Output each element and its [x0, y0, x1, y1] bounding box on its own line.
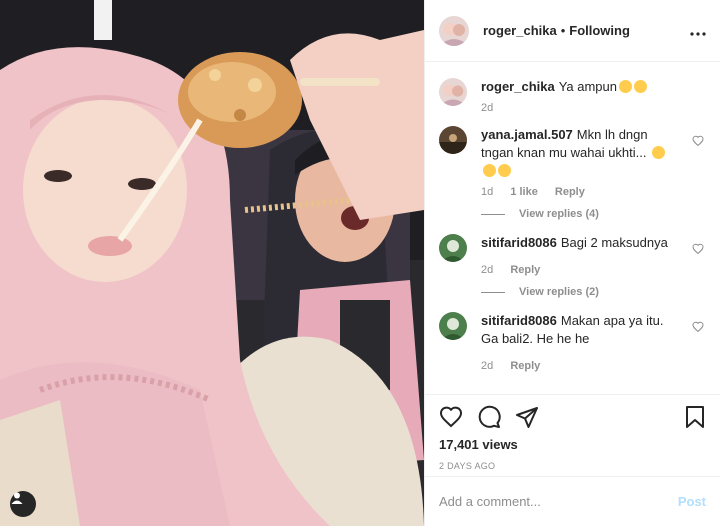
comment-meta: 1d 1 like Reply — [481, 186, 678, 198]
comment-icon — [478, 405, 501, 428]
post-actions: 17,401 views 2 DAYS AGO — [425, 394, 720, 476]
divider — [481, 291, 505, 293]
caption-username[interactable]: roger_chika — [481, 79, 555, 94]
instagram-post: roger_chika • Following roger_chika Ya a… — [0, 0, 720, 526]
action-icons-row — [439, 405, 706, 429]
comment-item: sitifarid8086 Bagi 2 maksudnya 2d Reply V… — [439, 234, 706, 298]
comment-item: sitifarid8086 Makan apa ya itu. Ga bali2.… — [439, 312, 706, 372]
caption-time[interactable]: 2d — [481, 102, 493, 114]
comment-text-line: yana.jamal.507 Mkn lh dngn tngan knan mu … — [481, 126, 678, 180]
view-count[interactable]: 17,401 views — [439, 437, 706, 452]
heart-icon — [692, 243, 704, 255]
like-comment-button[interactable] — [692, 242, 704, 258]
reply-button[interactable]: Reply — [555, 186, 585, 198]
post-date[interactable]: 2 DAYS AGO — [439, 461, 706, 471]
tagged-users-button[interactable] — [10, 491, 36, 517]
view-replies-label: View replies (4) — [519, 208, 599, 220]
comment-text-line: sitifarid8086 Bagi 2 maksudnya — [481, 234, 678, 252]
bookmark-icon — [686, 406, 704, 428]
post-comment-button[interactable]: Post — [678, 494, 706, 509]
avatar[interactable] — [439, 15, 469, 46]
avatar[interactable] — [439, 312, 467, 340]
ellipsis-icon — [690, 32, 706, 36]
like-comment-button[interactable] — [692, 134, 704, 150]
comment-username[interactable]: sitifarid8086 — [481, 313, 557, 328]
more-options-button[interactable] — [690, 25, 706, 36]
comment-body: sitifarid8086 Makan apa ya itu. Ga bali2.… — [481, 312, 706, 372]
comment-text-line: sitifarid8086 Makan apa ya itu. Ga bali2.… — [481, 312, 678, 348]
comment-input[interactable] — [439, 494, 678, 509]
header-username[interactable]: roger_chika — [483, 23, 557, 38]
comment-meta: 2d Reply — [481, 264, 678, 276]
share-button[interactable] — [515, 405, 539, 429]
comment-composer: Post — [425, 476, 720, 526]
user-icon — [11, 492, 23, 504]
comment-body: sitifarid8086 Bagi 2 maksudnya 2d Reply V… — [481, 234, 706, 298]
heart-icon — [439, 406, 463, 428]
comment-time[interactable]: 2d — [481, 360, 493, 372]
comment-item: yana.jamal.507 Mkn lh dngn tngan knan mu … — [439, 126, 706, 220]
post-video[interactable] — [0, 0, 424, 526]
comment-username[interactable]: yana.jamal.507 — [481, 127, 573, 142]
comment-username[interactable]: sitifarid8086 — [481, 235, 557, 250]
comment-button[interactable] — [477, 405, 501, 429]
like-button[interactable] — [439, 405, 463, 429]
comment-meta: 2d Reply — [481, 360, 678, 372]
reply-button[interactable]: Reply — [510, 264, 540, 276]
avatar[interactable] — [439, 234, 467, 262]
caption-text-line: roger_chika Ya ampun — [481, 78, 678, 96]
view-replies-label: View replies (2) — [519, 286, 599, 298]
avatar[interactable] — [439, 78, 467, 106]
heart-icon — [692, 135, 704, 147]
comment-text: Bagi 2 maksudnya — [560, 235, 668, 250]
caption-text: Ya ampun — [558, 79, 617, 94]
like-comment-button[interactable] — [692, 320, 704, 336]
profile-photo — [439, 126, 467, 154]
view-replies-button[interactable]: View replies (2) — [481, 286, 678, 298]
emoji-icon — [634, 80, 647, 93]
post-sidebar: roger_chika • Following roger_chika Ya a… — [424, 0, 720, 526]
post-header: roger_chika • Following — [425, 0, 720, 62]
video-frame-illustration — [0, 0, 424, 526]
profile-photo — [439, 234, 467, 262]
sad-emoji-icon — [652, 146, 666, 159]
profile-photo — [439, 312, 467, 340]
comment-time[interactable]: 1d — [481, 186, 493, 198]
profile-photo — [439, 78, 467, 106]
caption-meta: 2d — [481, 102, 678, 114]
emoji-icon — [498, 164, 511, 177]
divider — [481, 213, 505, 215]
caption-body: roger_chika Ya ampun 2d — [481, 78, 706, 114]
profile-photo — [439, 15, 469, 46]
heart-icon — [692, 321, 704, 333]
save-button[interactable] — [684, 405, 706, 429]
emoji-icon — [619, 80, 632, 93]
separator-dot: • — [560, 23, 566, 38]
comments-list[interactable]: roger_chika Ya ampun 2d yana.jamal.507 M… — [425, 62, 720, 394]
send-icon — [516, 407, 538, 428]
comment-time[interactable]: 2d — [481, 264, 493, 276]
reply-button[interactable]: Reply — [510, 360, 540, 372]
following-button[interactable]: Following — [569, 23, 630, 38]
view-replies-button[interactable]: View replies (4) — [481, 208, 678, 220]
comment-likes[interactable]: 1 like — [510, 186, 538, 198]
emoji-icon — [483, 164, 496, 177]
comment-body: yana.jamal.507 Mkn lh dngn tngan knan mu … — [481, 126, 706, 220]
avatar[interactable] — [439, 126, 467, 154]
caption: roger_chika Ya ampun 2d — [439, 78, 706, 114]
